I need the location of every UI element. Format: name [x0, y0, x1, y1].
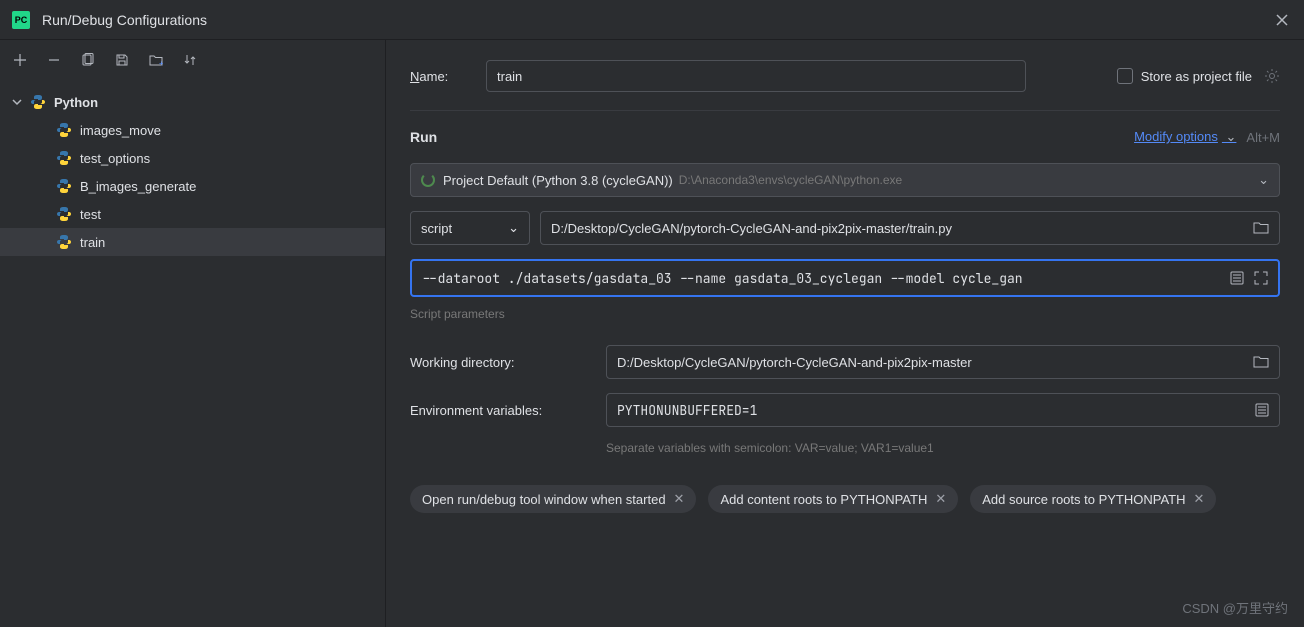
gear-icon[interactable]: [1264, 68, 1280, 84]
env-vars-label: Environment variables:: [410, 403, 590, 418]
content: Name: Store as project file Run Modify o…: [386, 40, 1304, 627]
folder-icon[interactable]: [1253, 221, 1269, 235]
chevron-down-icon: ⌄: [1258, 172, 1269, 188]
python-icon: [30, 94, 46, 110]
config-tree: Python images_move test_options B_images…: [0, 80, 385, 264]
modify-options-link[interactable]: Modify options ⌄: [1134, 129, 1236, 145]
copy-icon[interactable]: [78, 50, 98, 70]
working-dir-input[interactable]: D:/Desktop/CycleGAN/pytorch-CycleGAN-and…: [606, 345, 1280, 379]
name-input[interactable]: [486, 60, 1026, 92]
add-icon[interactable]: [10, 50, 30, 70]
titlebar: PC Run/Debug Configurations: [0, 0, 1304, 40]
script-params-input[interactable]: --dataroot ./datasets/gasdata_03 --name …: [410, 259, 1280, 297]
expand-icon[interactable]: [1254, 271, 1268, 285]
remove-icon[interactable]: [44, 50, 64, 70]
env-vars-row: Environment variables: PYTHONUNBUFFERED=…: [410, 393, 1280, 427]
sort-icon[interactable]: [180, 50, 200, 70]
python-icon: [56, 234, 72, 250]
close-icon[interactable]: ✕: [935, 491, 946, 507]
run-header: Run Modify options ⌄ Alt+M: [410, 129, 1280, 145]
chip-source-roots[interactable]: Add source roots to PYTHONPATH✕: [970, 485, 1216, 513]
python-icon: [56, 122, 72, 138]
pycharm-icon: PC: [12, 11, 30, 29]
window-title: Run/Debug Configurations: [42, 12, 207, 28]
python-icon: [56, 150, 72, 166]
tree-item[interactable]: test: [0, 200, 385, 228]
script-row: script ⌄ D:/Desktop/CycleGAN/pytorch-Cyc…: [410, 211, 1280, 245]
interpreter-select[interactable]: Project Default (Python 3.8 (cycleGAN)) …: [410, 163, 1280, 197]
run-section-title: Run: [410, 129, 437, 145]
save-icon[interactable]: [112, 50, 132, 70]
name-label: Name:: [410, 69, 470, 84]
sidebar: + Python images_move test_options B_imag…: [0, 40, 386, 627]
spinner-icon: [421, 173, 435, 187]
tree-item[interactable]: test_options: [0, 144, 385, 172]
chevron-down-icon: ⌄: [508, 220, 519, 236]
toolbar: +: [0, 40, 385, 80]
folder-icon[interactable]: [1253, 355, 1269, 369]
divider: [410, 110, 1280, 111]
folder-icon[interactable]: +: [146, 50, 166, 70]
modify-shortcut: Alt+M: [1246, 130, 1280, 145]
option-chips: Open run/debug tool window when started✕…: [410, 485, 1280, 513]
close-icon[interactable]: ✕: [674, 491, 685, 507]
interpreter-label: Project Default (Python 3.8 (cycleGAN)): [443, 173, 673, 188]
script-path-input[interactable]: D:/Desktop/CycleGAN/pytorch-CycleGAN-and…: [540, 211, 1280, 245]
store-project-checkbox[interactable]: [1117, 68, 1133, 84]
python-icon: [56, 206, 72, 222]
tree-item-selected[interactable]: train: [0, 228, 385, 256]
close-icon[interactable]: ✕: [1194, 491, 1205, 507]
store-project-label: Store as project file: [1141, 69, 1252, 84]
name-row: Name: Store as project file: [410, 60, 1280, 92]
params-hint: Script parameters: [410, 307, 1280, 321]
script-type-select[interactable]: script ⌄: [410, 211, 530, 245]
list-icon[interactable]: [1255, 403, 1269, 417]
list-icon[interactable]: [1230, 271, 1244, 285]
interpreter-path: D:\Anaconda3\envs\cycleGAN\python.exe: [679, 173, 902, 187]
watermark: CSDN @万里守约: [1182, 598, 1288, 617]
chevron-down-icon: [10, 95, 24, 109]
env-vars-hint: Separate variables with semicolon: VAR=v…: [606, 441, 1280, 455]
tree-item[interactable]: images_move: [0, 116, 385, 144]
svg-text:+: +: [159, 59, 163, 67]
tree-item[interactable]: B_images_generate: [0, 172, 385, 200]
close-icon[interactable]: [1272, 10, 1292, 30]
chip-content-roots[interactable]: Add content roots to PYTHONPATH✕: [708, 485, 958, 513]
working-dir-row: Working directory: D:/Desktop/CycleGAN/p…: [410, 345, 1280, 379]
env-vars-input[interactable]: PYTHONUNBUFFERED=1: [606, 393, 1280, 427]
python-icon: [56, 178, 72, 194]
working-dir-label: Working directory:: [410, 355, 590, 370]
chip-open-tool-window[interactable]: Open run/debug tool window when started✕: [410, 485, 696, 513]
tree-root-label: Python: [54, 95, 98, 110]
store-project-row: Store as project file: [1117, 68, 1280, 84]
main: + Python images_move test_options B_imag…: [0, 40, 1304, 627]
tree-root-python[interactable]: Python: [0, 88, 385, 116]
